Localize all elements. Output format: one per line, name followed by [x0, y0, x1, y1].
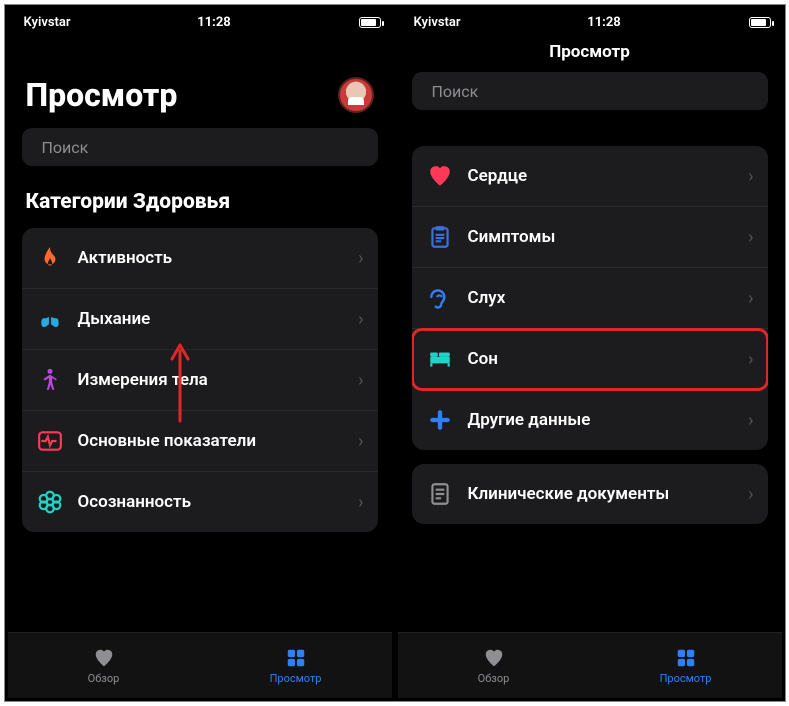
- heart-icon: [426, 162, 454, 190]
- category-label: Сон: [468, 349, 498, 369]
- category-label: Сердце: [468, 166, 528, 186]
- carrier-label: Kyivstar: [414, 15, 461, 30]
- category-label: Основные показатели: [78, 431, 257, 451]
- section-title: Категории Здоровья: [8, 180, 392, 228]
- category-label: Другие данные: [468, 410, 591, 430]
- category-sleep[interactable]: Сон ›: [412, 329, 768, 390]
- ear-icon: [426, 284, 454, 312]
- tab-summary[interactable]: Обзор: [398, 633, 590, 698]
- category-label: Слух: [468, 288, 506, 308]
- tab-browse[interactable]: Просмотр: [590, 633, 782, 698]
- category-label: Активность: [78, 248, 173, 268]
- status-bar: Kyivstar 11:28: [8, 8, 392, 36]
- search-input[interactable]: Поиск: [412, 72, 768, 110]
- bed-icon: [426, 345, 454, 373]
- clinical-card: Клинические документы ›: [412, 464, 768, 524]
- category-other-data[interactable]: Другие данные ›: [412, 390, 768, 450]
- category-label: Симптомы: [468, 227, 556, 247]
- search-placeholder: Поиск: [432, 82, 479, 101]
- categories-card: Активность › Дыхание › Измерения тела ›: [22, 228, 378, 532]
- plus-icon: [426, 406, 454, 434]
- clock-label: 11:28: [197, 15, 231, 30]
- category-label: Измерения тела: [78, 370, 208, 390]
- flame-icon: [36, 244, 64, 272]
- phone-left: Kyivstar 11:28 Просмотр Поиск Категории …: [8, 8, 392, 698]
- chevron-right-icon: ›: [358, 492, 363, 513]
- page-title: Просмотр: [26, 76, 178, 114]
- tab-bar: Обзор Просмотр: [8, 632, 392, 698]
- tab-label: Просмотр: [270, 672, 322, 685]
- clock-label: 11:28: [587, 15, 621, 30]
- tab-label: Просмотр: [660, 672, 712, 685]
- battery-icon: [359, 17, 381, 28]
- category-mindfulness[interactable]: Осознанность ›: [22, 472, 378, 532]
- category-symptoms[interactable]: Симптомы ›: [412, 207, 768, 268]
- battery-icon: [749, 17, 771, 28]
- page-title: Просмотр: [398, 36, 782, 72]
- category-heart[interactable]: Сердце ›: [412, 146, 768, 207]
- category-respiratory[interactable]: Дыхание ›: [22, 289, 378, 350]
- mindfulness-icon: [36, 488, 64, 516]
- avatar[interactable]: [338, 77, 374, 113]
- vitals-icon: [36, 427, 64, 455]
- tab-bar: Обзор Просмотр: [398, 632, 782, 698]
- lungs-icon: [36, 305, 64, 333]
- chevron-right-icon: ›: [748, 227, 753, 248]
- category-body-measurements[interactable]: Измерения тела ›: [22, 350, 378, 411]
- category-hearing[interactable]: Слух ›: [412, 268, 768, 329]
- tab-browse[interactable]: Просмотр: [200, 633, 392, 698]
- search-placeholder: Поиск: [42, 138, 89, 157]
- phone-right: Kyivstar 11:28 Просмотр Поиск Сердце ›: [398, 8, 782, 698]
- tab-label: Обзор: [88, 672, 120, 685]
- search-input[interactable]: Поиск: [22, 128, 378, 166]
- chevron-right-icon: ›: [748, 166, 753, 187]
- chevron-right-icon: ›: [358, 248, 363, 269]
- chevron-right-icon: ›: [748, 349, 753, 370]
- categories-card: Сердце › Симптомы › Слух ›: [412, 146, 768, 450]
- carrier-label: Kyivstar: [24, 15, 71, 30]
- chevron-right-icon: ›: [358, 370, 363, 391]
- category-activity[interactable]: Активность ›: [22, 228, 378, 289]
- category-label: Дыхание: [78, 309, 151, 329]
- chevron-right-icon: ›: [358, 309, 363, 330]
- clinical-label: Клинические документы: [468, 484, 670, 504]
- clinical-documents[interactable]: Клинические документы ›: [412, 464, 768, 524]
- body-icon: [36, 366, 64, 394]
- status-bar: Kyivstar 11:28: [398, 8, 782, 36]
- document-icon: [426, 480, 454, 508]
- clipboard-icon: [426, 223, 454, 251]
- tab-summary[interactable]: Обзор: [8, 633, 200, 698]
- chevron-right-icon: ›: [358, 431, 363, 452]
- chevron-right-icon: ›: [748, 484, 753, 505]
- chevron-right-icon: ›: [748, 410, 753, 431]
- tab-label: Обзор: [478, 672, 510, 685]
- category-label: Осознанность: [78, 492, 192, 512]
- category-vitals[interactable]: Основные показатели ›: [22, 411, 378, 472]
- chevron-right-icon: ›: [748, 288, 753, 309]
